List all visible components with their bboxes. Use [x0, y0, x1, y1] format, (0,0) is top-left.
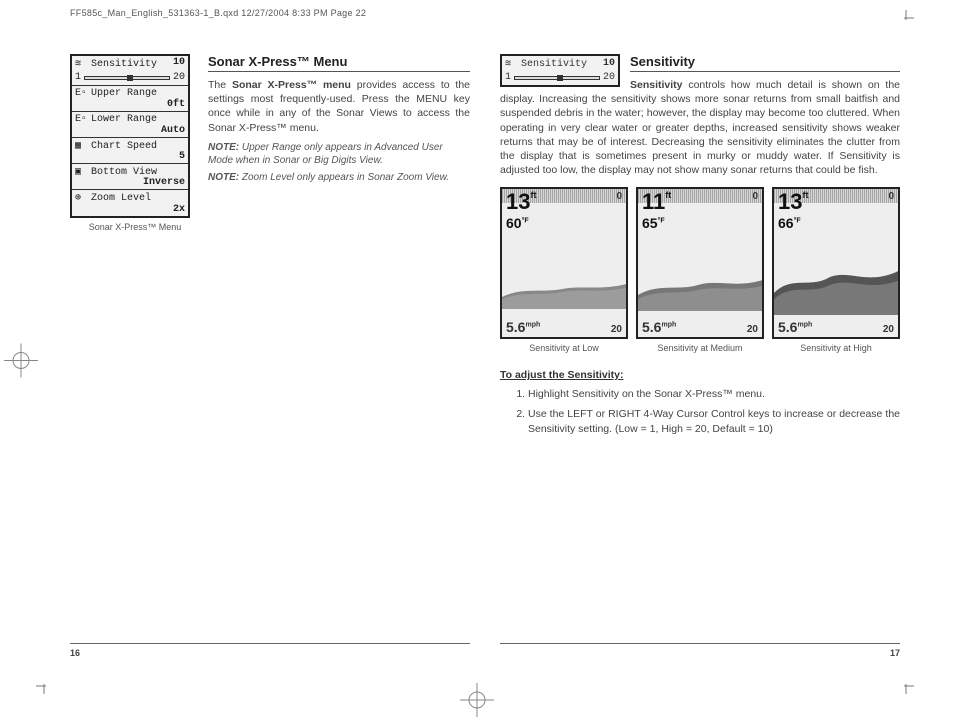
- slider-max: 20: [603, 72, 615, 83]
- page-left: ≋ Sensitivity 10 1 20 E▫ Upper Range 0ft…: [70, 54, 470, 654]
- sonar-screen-medium: 11ft 65°F 0 20 5.6mph: [636, 187, 764, 339]
- mini-sensitivity-label: Sensitivity: [521, 59, 587, 70]
- sensitivity-description: Sensitivity controls how much detail is …: [500, 78, 900, 177]
- menu-zoom-value: 2x: [173, 204, 185, 215]
- registration-mark-icon: [460, 683, 494, 720]
- adjust-steps: Highlight Sensitivity on the Sonar X-Pre…: [528, 387, 900, 436]
- step-2: Use the LEFT or RIGHT 4-Way Cursor Contr…: [528, 407, 900, 435]
- sonar-menu-description: The Sonar X-Press™ menu provides access …: [208, 78, 470, 135]
- crop-mark-icon: [898, 10, 914, 26]
- menu-sensitivity-label: Sensitivity: [91, 59, 157, 70]
- mini-sensitivity-value: 10: [603, 58, 615, 69]
- crop-mark-icon: [36, 678, 52, 694]
- print-slug: FF585c_Man_English_531363-1_B.qxd 12/27/…: [70, 8, 366, 18]
- menu-zoom-label: Zoom Level: [91, 193, 151, 204]
- menu-upper-label: Upper Range: [91, 88, 157, 99]
- registration-mark-icon: [4, 344, 38, 381]
- sonar-menu-screenshot: ≋ Sensitivity 10 1 20 E▫ Upper Range 0ft…: [70, 54, 190, 218]
- caption-high: Sensitivity at High: [772, 343, 900, 353]
- chart-speed-icon: ▦: [75, 140, 85, 152]
- step-1: Highlight Sensitivity on the Sonar X-Pre…: [528, 387, 900, 401]
- sensitivity-menu-inset: ≋ Sensitivity 10 1 20: [500, 54, 620, 87]
- sonar-examples-row: 13ft 60°F 0 20 5.6mph Sensitivity at Low…: [500, 187, 900, 353]
- page-number-right: 17: [890, 648, 900, 658]
- menu-upper-value: 0ft: [167, 99, 185, 110]
- menu-bottom-value: Inverse: [143, 177, 185, 188]
- slider-min: 1: [75, 72, 81, 83]
- sonar-screen-low: 13ft 60°F 0 20 5.6mph: [500, 187, 628, 339]
- slider-max: 20: [173, 72, 185, 83]
- footer-rule: [500, 643, 900, 644]
- upper-range-icon: E▫: [75, 88, 85, 99]
- caption-medium: Sensitivity at Medium: [636, 343, 764, 353]
- page-right: ≋ Sensitivity 10 1 20 Sensitivity Sensit…: [500, 54, 900, 654]
- crop-mark-icon: [898, 678, 914, 694]
- bottom-view-icon: ▣: [75, 166, 85, 178]
- sensitivity-icon: ≋: [75, 58, 85, 70]
- menu-sensitivity-value: 10: [173, 57, 185, 68]
- menu-chart-value: 5: [179, 151, 185, 162]
- menu-chart-label: Chart Speed: [91, 141, 157, 152]
- adjust-heading: To adjust the Sensitivity:: [500, 369, 900, 381]
- menu-lower-label: Lower Range: [91, 114, 157, 125]
- menu-caption: Sonar X-Press™ Menu: [70, 222, 200, 232]
- note-zoom-level: NOTE: Zoom Level only appears in Sonar Z…: [208, 171, 470, 184]
- slider-min: 1: [505, 72, 511, 83]
- lower-range-icon: E▫: [75, 114, 85, 125]
- footer-rule: [70, 643, 470, 644]
- section-heading-sonar: Sonar X-Press™ Menu: [208, 54, 470, 72]
- page-number-left: 16: [70, 648, 80, 658]
- section-heading-sensitivity: Sensitivity: [630, 54, 900, 72]
- zoom-icon: ⊕: [75, 192, 85, 204]
- sensitivity-icon: ≋: [505, 58, 515, 70]
- sonar-screen-high: 13ft 66°F 0 20 5.6mph: [772, 187, 900, 339]
- caption-low: Sensitivity at Low: [500, 343, 628, 353]
- menu-lower-value: Auto: [161, 125, 185, 136]
- note-upper-range: NOTE: Upper Range only appears in Advanc…: [208, 141, 470, 167]
